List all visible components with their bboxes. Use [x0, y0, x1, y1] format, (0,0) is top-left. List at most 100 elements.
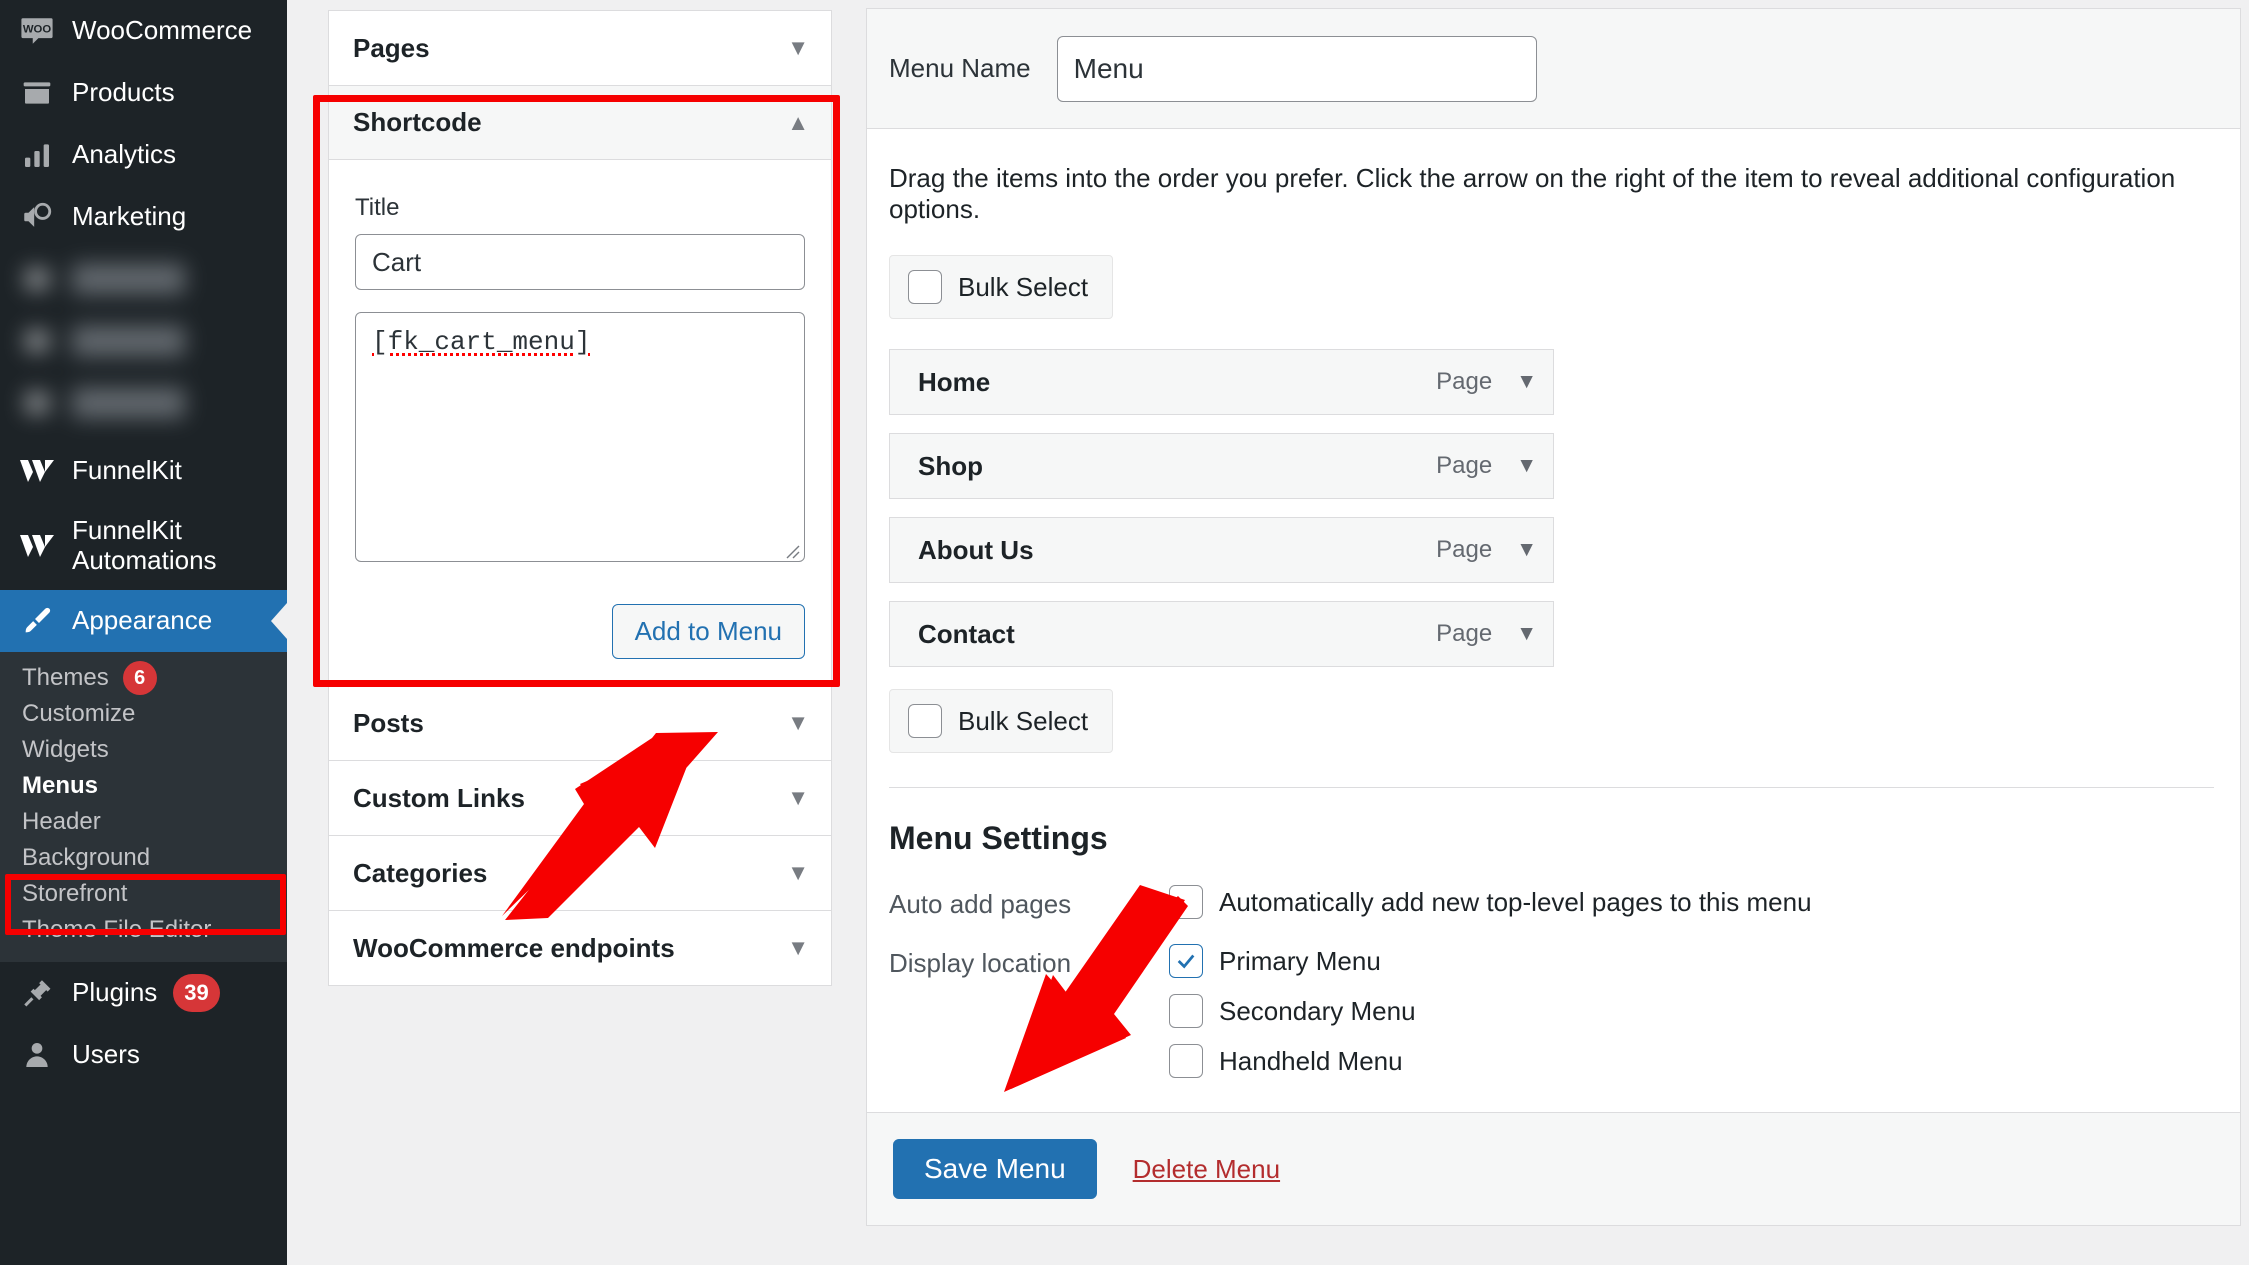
sidebar-subitem-header[interactable]: Header	[0, 804, 287, 840]
shortcode-code-textarea[interactable]: [fk_cart_menu]	[355, 312, 805, 562]
menu-item-meta: Page ▼	[1436, 452, 1537, 480]
plug-icon	[16, 972, 58, 1014]
bulk-select-top[interactable]: Bulk Select	[889, 255, 1114, 319]
menu-item-row[interactable]: Shop Page ▼	[889, 433, 1554, 499]
sidebar-item-analytics[interactable]: Analytics	[0, 124, 287, 186]
sidebar-item-obscured: Obscured	[0, 372, 287, 434]
delete-menu-link[interactable]: Delete Menu	[1133, 1154, 1280, 1185]
sidebar-item-label: Plugins	[72, 977, 158, 1008]
menu-item-row[interactable]: Contact Page ▼	[889, 601, 1554, 667]
accordion-pages: Pages ▼	[328, 10, 832, 85]
chevron-down-icon[interactable]: ▼	[1516, 622, 1537, 646]
chevron-up-icon[interactable]: ▲	[787, 111, 809, 134]
location-option-label: Handheld Menu	[1219, 1045, 1403, 1076]
sidebar-subitem-label: Header	[22, 808, 101, 835]
menu-name-input[interactable]	[1056, 35, 1537, 102]
plugins-count-badge: 39	[173, 974, 220, 1012]
menu-help-text: Drag the items into the order you prefer…	[889, 163, 2176, 224]
chevron-down-icon[interactable]: ▼	[787, 712, 809, 734]
auto-add-pages-option[interactable]: Automatically add new top-level pages to…	[1169, 885, 1812, 919]
accordion-categories-header[interactable]: Categories ▼	[329, 836, 831, 910]
location-option-handheld[interactable]: Handheld Menu	[1169, 1044, 1416, 1078]
shortcode-title-input[interactable]	[355, 234, 805, 290]
chevron-down-icon[interactable]: ▼	[787, 37, 809, 59]
sidebar-subitem-storefront[interactable]: Storefront	[0, 876, 287, 912]
chevron-down-icon[interactable]: ▼	[787, 787, 809, 809]
handheld-menu-checkbox[interactable]	[1169, 1044, 1203, 1078]
menu-item-type: Page	[1436, 452, 1493, 479]
chevron-down-icon[interactable]: ▼	[1516, 538, 1537, 562]
menu-structure-body: Drag the items into the order you prefer…	[867, 129, 2240, 1078]
display-location-label: Display location	[889, 948, 1072, 978]
chevron-down-icon[interactable]: ▼	[787, 862, 809, 884]
menu-item-title: Home	[918, 366, 991, 397]
bulk-select-top-checkbox[interactable]	[908, 270, 942, 304]
sidebar-item-obscured: Obscured	[0, 248, 287, 310]
primary-menu-checkbox[interactable]	[1169, 944, 1203, 978]
chevron-down-icon[interactable]: ▼	[1516, 454, 1537, 478]
menu-item-meta: Page ▼	[1436, 620, 1537, 648]
menu-item-row[interactable]: Home Page ▼	[889, 349, 1554, 415]
menu-item-title: Contact	[918, 618, 1015, 649]
bulk-select-bottom-checkbox[interactable]	[908, 704, 942, 738]
chevron-down-icon[interactable]: ▼	[787, 937, 809, 959]
accordion-label: Posts	[353, 707, 424, 738]
secondary-menu-checkbox[interactable]	[1169, 994, 1203, 1028]
add-to-menu-button[interactable]: Add to Menu	[611, 604, 805, 659]
menu-item-row[interactable]: About Us Page ▼	[889, 517, 1554, 583]
sidebar-item-label: WooCommerce	[72, 15, 253, 46]
display-location-options: Primary Menu Secondary Menu Handheld Men…	[1169, 944, 1416, 1078]
location-option-label: Primary Menu	[1219, 945, 1381, 976]
auto-add-pages-checkbox[interactable]	[1169, 885, 1203, 919]
display-location-row: Display location Primary Menu Secondary …	[889, 944, 2214, 1078]
location-option-secondary[interactable]: Secondary Menu	[1169, 994, 1416, 1028]
location-option-primary[interactable]: Primary Menu	[1169, 944, 1416, 978]
bulk-select-top-label: Bulk Select	[958, 271, 1089, 302]
sidebar-item-appearance[interactable]: Appearance	[0, 590, 287, 652]
accordion-custom-links-header[interactable]: Custom Links ▼	[329, 761, 831, 835]
bulk-select-bottom[interactable]: Bulk Select	[889, 689, 1114, 753]
chevron-down-icon[interactable]: ▼	[1516, 370, 1537, 394]
menu-item-meta: Page ▼	[1436, 536, 1537, 564]
sidebar-item-marketing[interactable]: Marketing	[0, 186, 287, 248]
sidebar-item-woocommerce[interactable]: WOO WooCommerce	[0, 0, 287, 62]
menu-item-type: Page	[1436, 368, 1493, 395]
sidebar-item-funnelkit-automations[interactable]: FunnelKit Automations	[0, 502, 287, 590]
menu-actions-footer: Save Menu Delete Menu	[867, 1112, 2240, 1225]
resize-handle-icon[interactable]	[781, 538, 801, 559]
sidebar-subitem-widgets[interactable]: Widgets	[0, 732, 287, 768]
accordion-label: Categories	[353, 857, 488, 888]
sidebar-item-obscured: Obscured	[0, 310, 287, 372]
accordion-shortcode-header[interactable]: Shortcode ▲	[329, 86, 831, 160]
sidebar-subitem-themes[interactable]: Themes 6	[0, 660, 287, 696]
accordion-pages-header[interactable]: Pages ▼	[329, 11, 831, 85]
admin-sidebar: WOO WooCommerce Products Analytics Marke…	[0, 0, 287, 1265]
sidebar-item-users[interactable]: Users	[0, 1024, 287, 1086]
sidebar-subitem-label: Storefront	[22, 880, 128, 907]
sidebar-item-funnelkit[interactable]: FunnelKit	[0, 440, 287, 502]
sidebar-item-plugins[interactable]: Plugins 39	[0, 962, 287, 1024]
sidebar-item-label: Products	[72, 77, 175, 108]
woo-icon: WOO	[16, 10, 58, 52]
sidebar-item-label: FunnelKit	[72, 455, 182, 486]
save-menu-button[interactable]: Save Menu	[893, 1139, 1097, 1199]
auto-add-pages-options: Automatically add new top-level pages to…	[1169, 885, 1812, 919]
sidebar-subitem-customize[interactable]: Customize	[0, 696, 287, 732]
sidebar-subitem-label: Theme File Editor	[22, 916, 212, 943]
accordion-posts: Posts ▼	[328, 685, 832, 760]
accordion-woocommerce-endpoints-header[interactable]: WooCommerce endpoints ▼	[329, 911, 831, 985]
auto-add-pages-row: Auto add pages Automatically add new top…	[889, 885, 2214, 920]
screen: WOO WooCommerce Products Analytics Marke…	[0, 0, 2249, 1265]
megaphone-icon	[16, 196, 58, 238]
shortcode-actions: Add to Menu	[329, 582, 831, 685]
sidebar-item-products[interactable]: Products	[0, 62, 287, 124]
sidebar-subitem-label: Themes	[22, 664, 109, 691]
accordion-posts-header[interactable]: Posts ▼	[329, 686, 831, 760]
sidebar-subitem-menus[interactable]: Menus	[0, 768, 287, 804]
bulk-select-bottom-label: Bulk Select	[958, 705, 1089, 736]
menu-name-label: Menu Name	[889, 53, 1031, 83]
sidebar-subitem-background[interactable]: Background	[0, 840, 287, 876]
auto-add-pages-label: Auto add pages	[889, 889, 1072, 919]
sidebar-subitem-theme-file-editor[interactable]: Theme File Editor	[0, 912, 287, 948]
shortcode-title-label: Title	[355, 194, 400, 221]
